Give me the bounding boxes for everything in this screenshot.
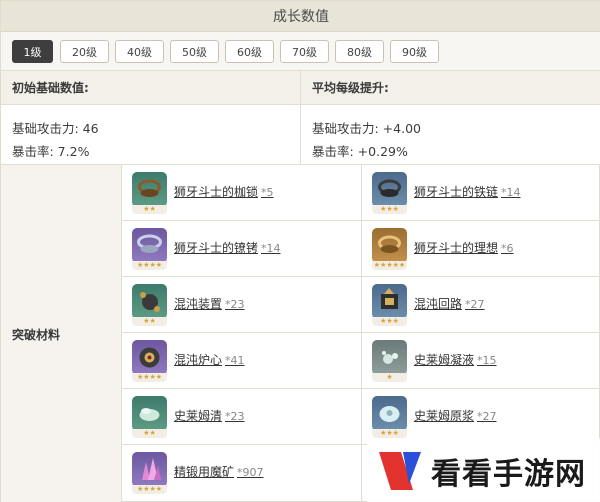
base-crit-rate: 暴击率: 7.2% (12, 144, 90, 159)
rarity-stars: ★★★ (372, 429, 407, 438)
material-item[interactable]: ★★★★ 狮牙斗士的镣铐 *14 (122, 221, 362, 277)
level-button-60[interactable]: 60级 (225, 40, 274, 63)
material-item[interactable]: ★★ 史莱姆清 *23 (122, 389, 362, 445)
material-count: *23 (225, 410, 245, 423)
material-link[interactable]: 狮牙斗士的枷锁 *5 (174, 183, 274, 200)
material-name[interactable]: 混沌装置 (174, 297, 222, 311)
material-name[interactable]: 混沌回路 (414, 297, 462, 311)
growth-crit-rate: 暴击率: +0.29% (312, 144, 408, 159)
rarity-stars: ★★★ (372, 317, 407, 326)
material-link[interactable]: 史莱姆凝液 *15 (414, 351, 497, 368)
material-item[interactable]: ★★★★★ 狮牙斗士的理想 *6 (362, 221, 600, 277)
level-button-80[interactable]: 80级 (335, 40, 384, 63)
material-item[interactable]: ★★★ 史莱姆原浆 *27 (362, 389, 600, 445)
level-button-40[interactable]: 40级 (115, 40, 164, 63)
slime-secretions-icon (132, 396, 167, 431)
material-item[interactable]: ★★ 狮牙斗士的枷锁 *5 (122, 165, 362, 221)
material-link[interactable]: 史莱姆清 *23 (174, 407, 245, 424)
materials-label: 突破材料 (1, 165, 122, 502)
material-count: *14 (501, 186, 521, 199)
level-button-20[interactable]: 20级 (60, 40, 109, 63)
shackle-icon (132, 172, 167, 207)
material-link[interactable]: 狮牙斗士的理想 *6 (414, 239, 514, 256)
chain-icon (372, 172, 407, 207)
rarity-stars: ★★★★ (132, 261, 167, 270)
material-name[interactable]: 史莱姆清 (174, 409, 222, 423)
material-link[interactable]: 混沌炉心 *41 (174, 351, 245, 368)
rarity-stars: ★★★★ (132, 373, 167, 382)
rarity-stars: ★★ (132, 205, 167, 214)
growth-stats-heading: 平均每级提升: (301, 71, 600, 105)
panel-title: 成长数值 (1, 1, 600, 32)
watermark-text: 看看手游网 (431, 456, 586, 492)
material-count: *23 (225, 298, 245, 311)
slime-condensate-icon (372, 340, 407, 375)
level-button-50[interactable]: 50级 (170, 40, 219, 63)
chaos-circuit-icon (372, 284, 407, 319)
material-item[interactable]: ★★★★ 精锻用魔矿 *907 (122, 445, 362, 501)
material-link[interactable]: 狮牙斗士的铁链 *14 (414, 183, 521, 200)
level-button-1[interactable]: 1级 (12, 40, 53, 63)
mystic-ore-icon (132, 452, 167, 487)
rarity-stars: ★ (372, 373, 407, 382)
material-name[interactable]: 狮牙斗士的理想 (414, 241, 498, 255)
material-link[interactable]: 混沌装置 *23 (174, 295, 245, 312)
material-name[interactable]: 混沌炉心 (174, 353, 222, 367)
base-stats: 基础攻击力: 46 暴击率: 7.2% (1, 105, 300, 165)
level-button-90[interactable]: 90级 (390, 40, 439, 63)
fetters-icon (132, 228, 167, 263)
material-count: *6 (501, 242, 514, 255)
material-name[interactable]: 狮牙斗士的铁链 (414, 185, 498, 199)
material-name[interactable]: 狮牙斗士的枷锁 (174, 185, 258, 199)
watermark: 看看手游网 (367, 438, 600, 502)
material-count: *15 (477, 354, 497, 367)
material-name[interactable]: 精锻用魔矿 (174, 465, 234, 479)
material-name[interactable]: 史莱姆原浆 (414, 409, 474, 423)
material-link[interactable]: 狮牙斗士的镣铐 *14 (174, 239, 281, 256)
rarity-stars: ★★★★★ (372, 261, 407, 270)
material-item[interactable]: ★★★ 混沌回路 *27 (362, 277, 600, 333)
level-selector: 1级 20级 40级 50级 60级 70级 80级 90级 (1, 32, 600, 71)
base-stats-heading: 初始基础数值: (1, 71, 300, 105)
material-name[interactable]: 史莱姆凝液 (414, 353, 474, 367)
base-attack: 基础攻击力: 46 (12, 121, 99, 136)
material-link[interactable]: 精锻用魔矿 *907 (174, 463, 264, 480)
material-link[interactable]: 混沌回路 *27 (414, 295, 485, 312)
rarity-stars: ★★★ (372, 205, 407, 214)
material-item[interactable]: ★★★ 狮牙斗士的铁链 *14 (362, 165, 600, 221)
growth-stats: 基础攻击力: +4.00 暴击率: +0.29% (301, 105, 600, 165)
stats-divider (300, 71, 301, 165)
material-item[interactable]: ★★ 混沌装置 *23 (122, 277, 362, 333)
growth-stats-panel: 成长数值 1级 20级 40级 50级 60级 70级 80级 90级 初始基础… (0, 0, 600, 502)
materials-label-text: 突破材料 (12, 327, 61, 342)
chaos-core-icon (132, 340, 167, 375)
material-item[interactable]: ★★★★ 混沌炉心 *41 (122, 333, 362, 389)
level-button-70[interactable]: 70级 (280, 40, 329, 63)
material-link[interactable]: 史莱姆原浆 *27 (414, 407, 497, 424)
material-count: *14 (261, 242, 281, 255)
ideal-icon (372, 228, 407, 263)
material-name[interactable]: 狮牙斗士的镣铐 (174, 241, 258, 255)
material-count: *41 (225, 354, 245, 367)
rarity-stars: ★★ (132, 429, 167, 438)
rarity-stars: ★★ (132, 317, 167, 326)
material-count: *5 (261, 186, 274, 199)
material-count: *27 (465, 298, 485, 311)
chaos-device-icon (132, 284, 167, 319)
rarity-stars: ★★★★ (132, 485, 167, 494)
material-item[interactable]: ★ 史莱姆凝液 *15 (362, 333, 600, 389)
material-count: *907 (237, 466, 264, 479)
growth-attack: 基础攻击力: +4.00 (312, 121, 421, 136)
slime-concentrate-icon (372, 396, 407, 431)
watermark-logo-icon (373, 444, 427, 498)
material-count: *27 (477, 410, 497, 423)
